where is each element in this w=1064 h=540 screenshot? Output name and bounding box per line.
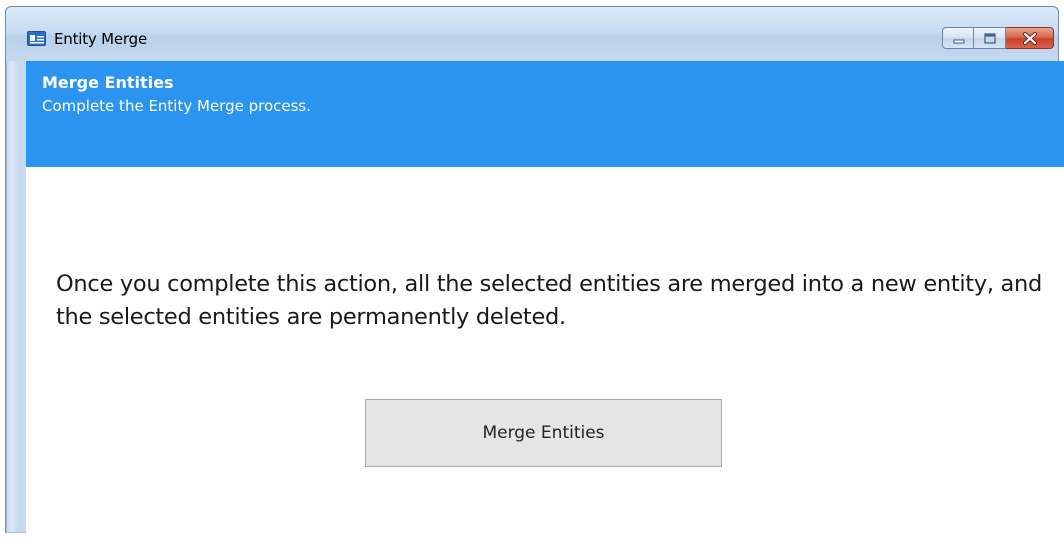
dialog-content: Merge Entities Complete the Entity Merge… [26, 61, 1064, 540]
window-title: Entity Merge [54, 30, 147, 48]
entity-merge-window: Entity Merge Merge Entities Complete the… [5, 6, 1064, 540]
minimize-icon [953, 39, 965, 44]
banner-subtitle: Complete the Entity Merge process. [42, 97, 312, 115]
merge-entities-button[interactable]: Merge Entities [365, 399, 722, 467]
merge-warning-message: Once you complete this action, all the s… [56, 271, 1042, 330]
window-controls [942, 27, 1054, 51]
close-button[interactable] [1006, 27, 1054, 49]
maximize-button[interactable] [974, 27, 1006, 49]
minimize-button[interactable] [942, 27, 974, 49]
title-bar[interactable]: Entity Merge [6, 7, 1058, 61]
close-icon [1023, 32, 1037, 45]
header-banner: Merge Entities Complete the Entity Merge… [26, 61, 1064, 167]
maximize-icon [984, 33, 996, 44]
contact-card-icon [27, 31, 46, 46]
banner-title: Merge Entities [42, 73, 174, 92]
